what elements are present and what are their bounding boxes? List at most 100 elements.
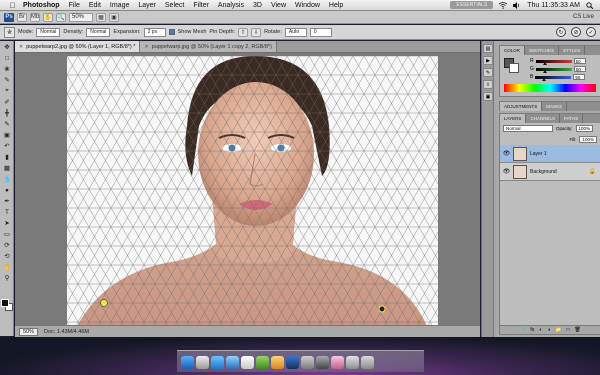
- menu-layer[interactable]: Layer: [138, 2, 156, 9]
- portrait-with-puppet-warp-mesh[interactable]: [67, 56, 438, 326]
- tab-styles[interactable]: STYLES: [559, 46, 586, 55]
- menu-file[interactable]: File: [69, 2, 80, 9]
- menu-analysis[interactable]: Analysis: [218, 2, 244, 9]
- status-zoom[interactable]: 50%: [19, 327, 39, 336]
- image-canvas[interactable]: [67, 56, 438, 326]
- photoshop-dock-icon[interactable]: [286, 356, 299, 369]
- document-tab-active[interactable]: ✕ puppetwarp2.jpg @ 50% (Layer 1, RGB/8*…: [15, 41, 141, 52]
- brush-tool-icon[interactable]: ✎: [1, 119, 13, 129]
- clone-stamp-tool-icon[interactable]: ▣: [1, 130, 13, 140]
- 3d-rotate-tool-icon[interactable]: ⟳: [1, 240, 13, 250]
- close-icon[interactable]: ✕: [19, 44, 23, 50]
- tab-paths[interactable]: PATHS: [560, 114, 584, 123]
- cancel-warp-icon[interactable]: ⊘: [571, 27, 581, 37]
- layer-style-icon[interactable]: fx: [530, 327, 534, 333]
- link-layers-icon[interactable]: 🔗: [519, 327, 525, 333]
- tab-swatches[interactable]: SWATCHES: [525, 46, 560, 55]
- menu-image[interactable]: Image: [110, 2, 129, 9]
- zoom-tool-button[interactable]: 🔍: [56, 12, 66, 22]
- apple-icon[interactable]: : [8, 1, 17, 10]
- adjustment-layer-icon[interactable]: ◑: [547, 327, 550, 333]
- rotate-angle-input[interactable]: 0: [309, 27, 332, 37]
- tab-adjustments[interactable]: ADJUSTMENTS: [500, 102, 543, 111]
- calendar-dock-icon[interactable]: [241, 356, 254, 369]
- commit-warp-icon[interactable]: ✓: [586, 27, 596, 37]
- system-preferences-dock-icon[interactable]: [301, 356, 314, 369]
- show-mesh-checkbox[interactable]: [168, 29, 175, 35]
- shape-tool-icon[interactable]: ▭: [1, 229, 13, 239]
- slider-knob[interactable]: [542, 77, 547, 81]
- mode-select[interactable]: Normal: [36, 27, 61, 37]
- new-group-icon[interactable]: 📁: [555, 327, 561, 333]
- itunes-dock-icon[interactable]: [256, 356, 269, 369]
- color-spectrum-bar[interactable]: [504, 84, 596, 92]
- red-value-input[interactable]: 50: [573, 58, 586, 64]
- gradient-tool-icon[interactable]: ▩: [1, 163, 13, 173]
- eye-icon[interactable]: 👁: [503, 150, 511, 157]
- history-brush-tool-icon[interactable]: ↶: [1, 141, 13, 151]
- preview-dock-icon[interactable]: [271, 356, 284, 369]
- tool-preset-picker[interactable]: ✯: [4, 26, 15, 38]
- downloads-stack-dock-icon[interactable]: [346, 356, 359, 369]
- hand-tool-button[interactable]: ✋: [43, 12, 53, 22]
- actions-panel-icon[interactable]: ▶: [483, 56, 493, 65]
- menu-app-name[interactable]: Photoshop: [23, 2, 60, 9]
- background-color-swatch[interactable]: [509, 63, 519, 73]
- 3d-orbit-tool-icon[interactable]: ⟲: [1, 251, 13, 261]
- zoom-tool-icon[interactable]: ⚲: [1, 273, 13, 283]
- workspace-switcher[interactable]: ESSENTIALS: [450, 1, 494, 9]
- pin-depth-up-button[interactable]: ⇧: [238, 27, 249, 37]
- new-layer-icon[interactable]: □: [567, 327, 570, 333]
- cs-live-button[interactable]: CS Live: [573, 14, 600, 20]
- menubar-clock[interactable]: Thu 11:35:33 AM: [527, 2, 580, 9]
- tab-masks[interactable]: MASKS: [542, 102, 568, 111]
- tab-layers[interactable]: LAYERS: [500, 114, 527, 123]
- remove-all-pins-icon[interactable]: ↻: [556, 27, 566, 37]
- pen-tool-icon[interactable]: ✒: [1, 196, 13, 206]
- add-mask-icon[interactable]: ◐: [539, 327, 542, 333]
- dashboard-dock-icon[interactable]: [196, 356, 209, 369]
- lasso-tool-icon[interactable]: ❀: [1, 64, 13, 74]
- blue-value-input[interactable]: 50: [573, 74, 586, 80]
- launch-bridge-button[interactable]: Br: [17, 12, 27, 22]
- foreground-color-swatch[interactable]: [1, 299, 9, 307]
- close-icon[interactable]: ✕: [144, 44, 148, 50]
- launch-minibridge-button[interactable]: Mb: [30, 12, 40, 22]
- screen-mode-button[interactable]: ▣: [109, 12, 119, 22]
- document-tab[interactable]: ✕ puppetwarp.jpg @ 50% (Layer 1 copy 2, …: [140, 41, 277, 52]
- menu-help[interactable]: Help: [329, 2, 343, 9]
- healing-brush-tool-icon[interactable]: ╋: [1, 108, 13, 118]
- spotlight-search-icon[interactable]: [586, 1, 594, 9]
- menu-view[interactable]: View: [271, 2, 286, 9]
- eyedropper-tool-icon[interactable]: ✐: [1, 97, 13, 107]
- dodge-tool-icon[interactable]: ●: [1, 185, 13, 195]
- tool-presets-panel-icon[interactable]: ✎: [483, 68, 493, 77]
- mail-dock-icon[interactable]: [211, 356, 224, 369]
- layer-row-layer-1[interactable]: 👁 Layer 1: [500, 145, 600, 163]
- zoom-level-select[interactable]: 50%: [69, 12, 93, 22]
- volume-icon[interactable]: [513, 1, 521, 9]
- rotate-select[interactable]: Auto: [284, 27, 307, 37]
- blend-mode-select[interactable]: Normal: [503, 125, 553, 132]
- red-slider-track[interactable]: [535, 59, 572, 65]
- type-tool-icon[interactable]: T: [1, 207, 13, 217]
- tab-channels[interactable]: CHANNELS: [526, 114, 560, 123]
- slider-knob[interactable]: [542, 69, 547, 73]
- pin-depth-down-button[interactable]: ⇩: [251, 27, 262, 37]
- color-slider-blue[interactable]: B 50: [500, 73, 600, 81]
- terminal-dock-icon[interactable]: [316, 356, 329, 369]
- expansion-input[interactable]: 2 px: [143, 27, 166, 37]
- green-slider-track[interactable]: [535, 67, 572, 73]
- arrange-documents-button[interactable]: ▦: [96, 12, 106, 22]
- marquee-tool-icon[interactable]: □: [1, 53, 13, 63]
- green-value-input[interactable]: 50: [573, 66, 586, 72]
- tab-color[interactable]: COLOR: [500, 46, 526, 55]
- trash-dock-icon[interactable]: [361, 356, 374, 369]
- fill-input[interactable]: 100%: [579, 136, 597, 143]
- finder-dock-icon[interactable]: [181, 356, 194, 369]
- trash-icon[interactable]: 🗑: [575, 327, 581, 333]
- menu-edit[interactable]: Edit: [89, 2, 101, 9]
- clone-source-panel-icon[interactable]: ▣: [483, 92, 493, 101]
- menu-select[interactable]: Select: [165, 2, 184, 9]
- slider-knob[interactable]: [542, 61, 547, 65]
